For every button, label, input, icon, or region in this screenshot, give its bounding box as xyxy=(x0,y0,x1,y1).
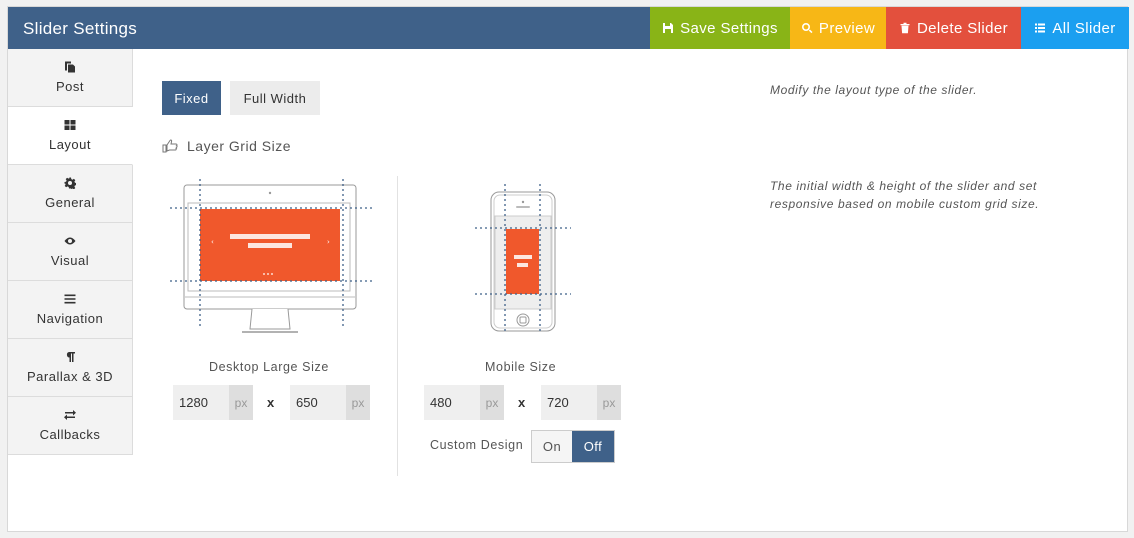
layout-fixed-button[interactable]: Fixed xyxy=(162,81,221,115)
paragraph-icon xyxy=(66,352,75,362)
mobile-height-group: px xyxy=(541,385,621,420)
mobile-size-separator: x xyxy=(518,395,526,410)
desktop-width-input[interactable] xyxy=(173,385,229,420)
gear-icon xyxy=(64,177,76,189)
svg-text:‹: ‹ xyxy=(211,238,214,246)
desktop-width-group: px xyxy=(173,385,253,420)
search-icon xyxy=(801,23,813,34)
sidebar-item-navigation[interactable]: Navigation xyxy=(8,281,133,339)
save-settings-button[interactable]: Save Settings xyxy=(650,7,790,49)
eye-icon xyxy=(64,237,76,245)
mobile-height-input[interactable] xyxy=(541,385,597,420)
all-slider-button[interactable]: All Slider xyxy=(1021,7,1129,49)
sidebar-item-label: Parallax & 3D xyxy=(27,369,113,384)
grid-description-line2: responsive based on mobile custom grid s… xyxy=(770,197,1040,211)
sidebar-item-label: General xyxy=(45,195,95,210)
sidebar-item-parallax[interactable]: Parallax & 3D xyxy=(8,339,133,397)
copy-icon xyxy=(65,61,75,73)
slider-settings-panel: Slider Settings Save Settings Preview De… xyxy=(7,6,1129,532)
custom-design-off-button[interactable]: Off xyxy=(572,431,614,462)
svg-text:›: › xyxy=(327,238,330,246)
list-icon xyxy=(1035,23,1046,33)
sidebar-item-visual[interactable]: Visual xyxy=(8,223,133,281)
bars-icon xyxy=(64,294,76,304)
sidebar-item-callbacks[interactable]: Callbacks xyxy=(8,397,133,455)
layer-grid-size-heading: Layer Grid Size xyxy=(162,138,291,154)
custom-design-label: Custom Design xyxy=(430,438,524,452)
sidebar-item-label: Callbacks xyxy=(39,427,101,442)
grid-icon xyxy=(64,120,76,130)
mobile-width-group: px xyxy=(424,385,504,420)
sidebar-item-layout[interactable]: Layout xyxy=(8,107,133,165)
delete-slider-button[interactable]: Delete Slider xyxy=(886,7,1021,49)
all-slider-label: All Slider xyxy=(1052,19,1116,37)
desktop-height-input[interactable] xyxy=(290,385,346,420)
desktop-height-group: px xyxy=(290,385,370,420)
mobile-phone-illustration xyxy=(475,184,571,333)
preview-button[interactable]: Preview xyxy=(790,7,886,49)
desktop-size-separator: x xyxy=(267,395,275,410)
layout-type-description: Modify the layout type of the slider. xyxy=(770,83,978,97)
desktop-width-unit: px xyxy=(229,385,253,420)
mobile-height-unit: px xyxy=(597,385,621,420)
custom-design-toggle: On Off xyxy=(531,430,615,463)
sidebar-item-label: Navigation xyxy=(36,311,104,326)
settings-sidebar: Post Layout General Visual Navigation Pa… xyxy=(8,49,133,455)
floppy-icon xyxy=(663,23,674,33)
sidebar-item-post[interactable]: Post xyxy=(8,49,133,107)
desktop-monitor-illustration: ‹ › xyxy=(170,179,372,333)
delete-slider-label: Delete Slider xyxy=(916,19,1009,37)
layer-grid-size-label: Layer Grid Size xyxy=(187,138,291,154)
exchange-icon xyxy=(64,410,76,420)
sidebar-item-label: Visual xyxy=(50,253,90,268)
mobile-size-caption: Mobile Size xyxy=(485,360,557,374)
sidebar-item-general[interactable]: General xyxy=(8,165,133,223)
custom-design-on-button[interactable]: On xyxy=(532,431,572,462)
sidebar-item-label: Layout xyxy=(48,137,92,152)
mobile-width-unit: px xyxy=(480,385,504,420)
page-title: Slider Settings xyxy=(23,19,138,38)
header-bar: Slider Settings Save Settings Preview De… xyxy=(8,7,1129,49)
sidebar-item-label: Post xyxy=(55,79,84,94)
desktop-height-unit: px xyxy=(346,385,370,420)
hand-pointer-icon xyxy=(162,139,178,153)
mobile-width-input[interactable] xyxy=(424,385,480,420)
layout-full-width-button[interactable]: Full Width xyxy=(230,81,320,115)
preview-label: Preview xyxy=(818,19,876,37)
save-settings-label: Save Settings xyxy=(680,19,778,37)
desktop-size-caption: Desktop Large Size xyxy=(209,360,329,374)
trash-icon xyxy=(900,22,910,34)
vertical-divider xyxy=(397,176,398,476)
grid-description-line1: The initial width & height of the slider… xyxy=(770,179,1037,193)
